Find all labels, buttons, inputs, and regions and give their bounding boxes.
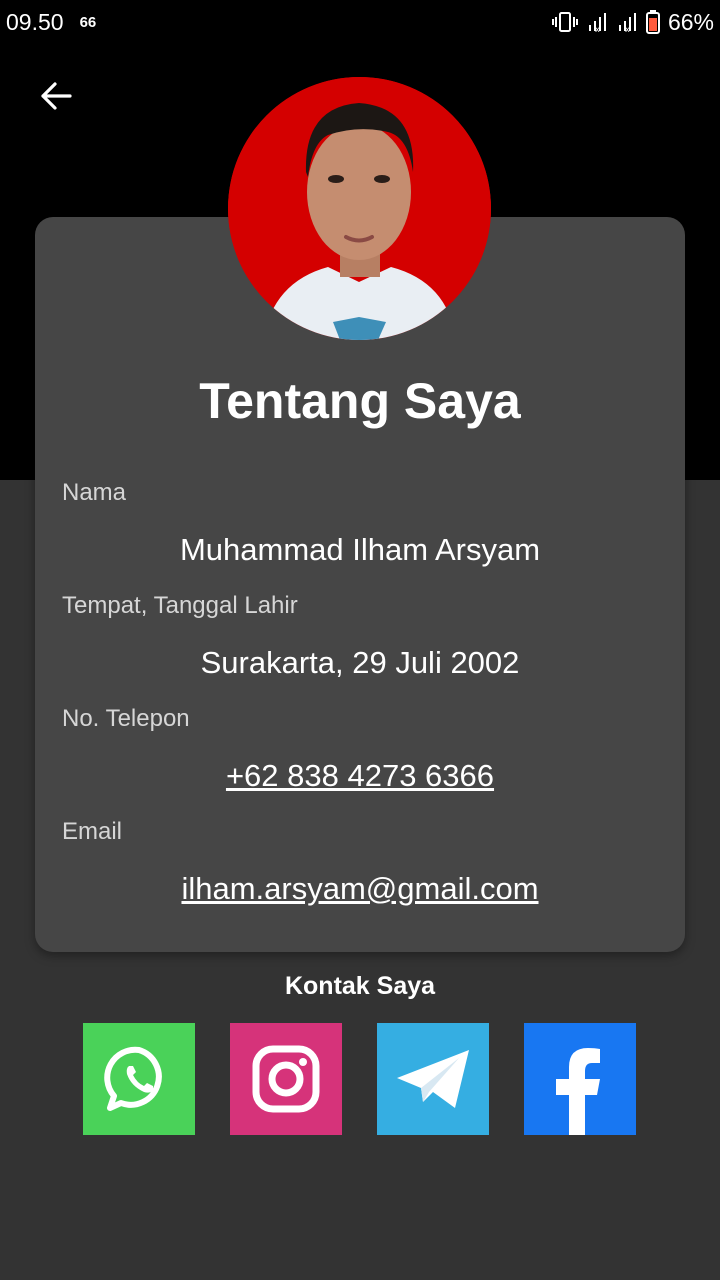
facebook-button[interactable]: [524, 1023, 636, 1135]
back-button[interactable]: [32, 74, 80, 122]
birth-label: Tempat, Tanggal Lahir: [62, 592, 298, 619]
facebook-icon: [550, 1043, 610, 1135]
email-label: Email: [62, 818, 123, 845]
status-notification: 66: [79, 13, 97, 31]
signal-icon: x: [616, 11, 638, 33]
status-time: 09.50: [6, 8, 64, 35]
email-link[interactable]: ilham.arsyam@gmail.com: [181, 871, 538, 906]
battery-icon: [645, 10, 660, 34]
arrow-left-icon: [39, 81, 73, 116]
phone-link[interactable]: +62 838 4273 6366: [226, 758, 494, 793]
phone-row: +62 838 4273 6366: [0, 758, 720, 794]
vibrate-icon: [551, 11, 578, 33]
whatsapp-icon: [104, 1044, 174, 1114]
battery-percentage: 66%: [667, 8, 714, 35]
email-row: ilham.arsyam@gmail.com: [0, 871, 720, 907]
instagram-icon: [250, 1043, 322, 1115]
phone-label: No. Telepon: [62, 705, 190, 732]
svg-text:x: x: [625, 25, 630, 33]
name-value: Muhammad Ilham Arsyam: [179, 532, 541, 567]
svg-text:x: x: [595, 25, 600, 33]
status-bar: 09.50 66 x x 66%: [0, 0, 720, 44]
contacts-title: Kontak Saya: [284, 972, 436, 1000]
signal-icon: x: [586, 11, 608, 33]
telegram-button[interactable]: [377, 1023, 489, 1135]
instagram-button[interactable]: [230, 1023, 342, 1135]
avatar: [228, 77, 491, 340]
birth-value: Surakarta, 29 Juli 2002: [200, 645, 520, 680]
name-label: Nama: [62, 479, 127, 506]
whatsapp-button[interactable]: [83, 1023, 195, 1135]
page-title: Tentang Saya: [199, 373, 521, 429]
telegram-icon: [393, 1044, 473, 1114]
